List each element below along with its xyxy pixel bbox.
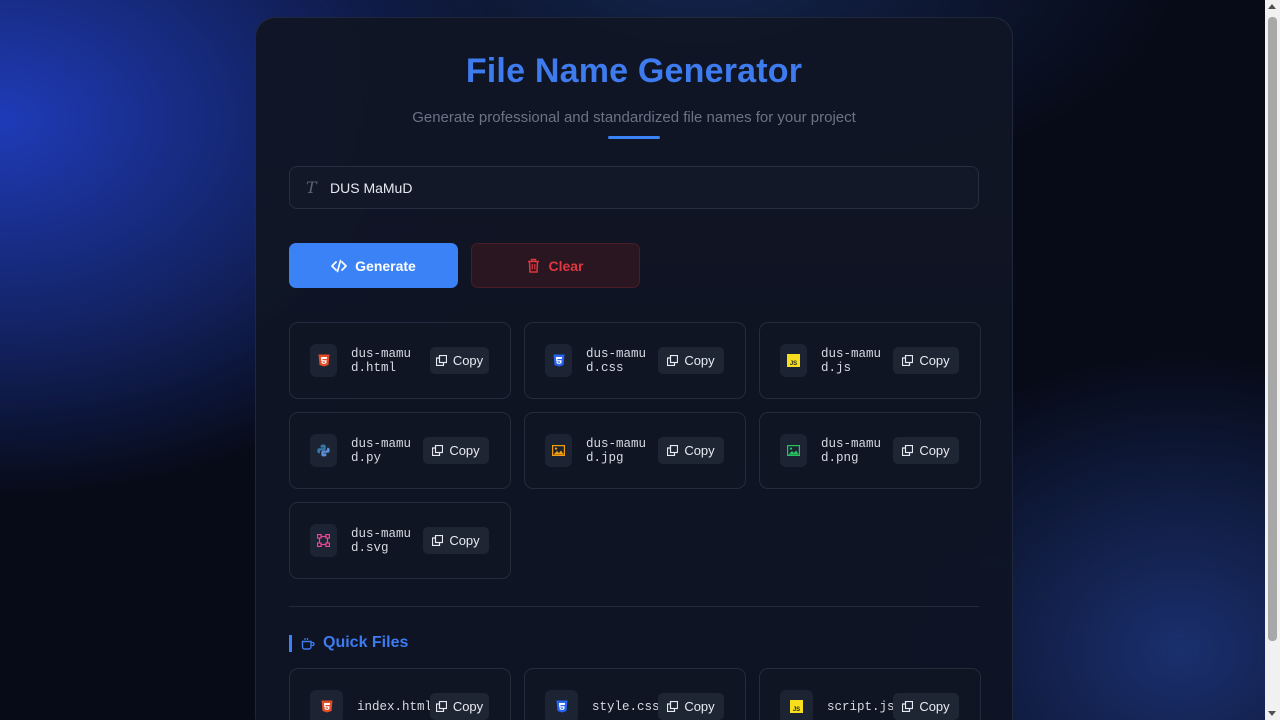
copy-icon	[667, 445, 679, 456]
copy-icon	[902, 701, 914, 712]
file-name: dus-mamud.js	[821, 346, 882, 375]
copy-label: Copy	[449, 533, 480, 548]
file-card: JS dus-mamud.js Copy	[759, 322, 981, 399]
quick-file-card: style.css Copy	[524, 668, 746, 720]
name-input[interactable]	[330, 179, 930, 196]
scrollbar-thumb[interactable]	[1268, 17, 1277, 641]
action-buttons: Generate Clear	[289, 243, 979, 288]
copy-label: Copy	[684, 443, 715, 458]
page-title: File Name Generator	[465, 52, 803, 90]
file-card: dus-mamud.html Copy	[289, 322, 511, 399]
copy-button[interactable]: Copy	[893, 347, 959, 374]
file-name: dus-mamud.py	[351, 436, 412, 465]
file-card: dus-mamud.jpg Copy	[524, 412, 746, 489]
js-icon: JS	[780, 690, 813, 720]
copy-button[interactable]: Copy	[658, 693, 724, 720]
copy-label: Copy	[449, 443, 480, 458]
copy-label: Copy	[452, 699, 484, 714]
text-icon: T	[306, 178, 317, 197]
copy-icon	[667, 701, 679, 712]
image-icon	[545, 434, 572, 467]
clear-button[interactable]: Clear	[471, 243, 640, 288]
html5-icon	[310, 690, 343, 720]
clear-label: Clear	[548, 257, 584, 274]
copy-icon	[667, 355, 679, 366]
js-icon: JS	[780, 344, 807, 377]
copy-label: Copy	[452, 353, 484, 368]
file-name: index.html	[357, 699, 433, 714]
generated-files-grid: dus-mamud.html Copy dus-mamud.css Copy J…	[289, 322, 981, 579]
generator-card: File Name Generator Generate professiona…	[255, 17, 1013, 720]
copy-button[interactable]: Copy	[893, 437, 959, 464]
copy-icon	[432, 535, 444, 546]
title-underline	[608, 136, 660, 139]
file-card: dus-mamud.css Copy	[524, 322, 746, 399]
copy-button[interactable]: Copy	[658, 347, 724, 374]
copy-label: Copy	[919, 699, 950, 714]
copy-icon	[435, 355, 447, 366]
quick-files-heading: Quick Files	[289, 634, 979, 652]
copy-icon	[435, 701, 447, 712]
copy-label: Copy	[919, 443, 950, 458]
copy-label: Copy	[684, 699, 715, 714]
page-scrollbar[interactable]	[1265, 0, 1280, 720]
copy-label: Copy	[684, 353, 715, 368]
copy-button[interactable]: Copy	[423, 437, 489, 464]
file-name: dus-mamud.png	[821, 436, 882, 465]
file-name: dus-mamud.html	[351, 346, 412, 375]
code-icon	[331, 259, 348, 272]
copy-button[interactable]: Copy	[430, 347, 489, 374]
copy-label: Copy	[919, 353, 950, 368]
scroll-up-arrow-icon[interactable]	[1268, 4, 1276, 9]
file-card: dus-mamud.svg Copy	[289, 502, 511, 579]
copy-button[interactable]: Copy	[658, 437, 724, 464]
trash-icon	[528, 258, 540, 273]
page-subtitle: Generate professional and standardized f…	[412, 109, 856, 126]
file-card: dus-mamud.png Copy	[759, 412, 981, 489]
quick-files-grid: index.html Copy style.css Copy JS script…	[289, 668, 981, 720]
generate-label: Generate	[355, 257, 416, 274]
file-name: dus-mamud.svg	[351, 526, 412, 555]
file-name: dus-mamud.css	[586, 346, 647, 375]
copy-button[interactable]: Copy	[423, 527, 489, 554]
css3-icon	[545, 690, 578, 720]
copy-icon	[902, 355, 914, 366]
scroll-down-arrow-icon[interactable]	[1268, 711, 1276, 716]
quick-file-card: JS script.js Copy	[759, 668, 981, 720]
quick-files-title: Quick Files	[323, 634, 409, 651]
html5-icon	[310, 344, 337, 377]
quick-file-card: index.html Copy	[289, 668, 511, 720]
svg-text:JS: JS	[793, 707, 800, 713]
coffee-icon	[301, 637, 315, 650]
copy-icon	[902, 445, 914, 456]
section-divider	[289, 606, 979, 607]
file-name: dus-mamud.jpg	[586, 436, 647, 465]
svg-text:JS: JS	[790, 361, 797, 367]
generate-button[interactable]: Generate	[289, 243, 458, 288]
copy-icon	[432, 445, 444, 456]
css3-icon	[545, 344, 572, 377]
python-icon	[310, 434, 337, 467]
file-card: dus-mamud.py Copy	[289, 412, 511, 489]
name-input-wrapper[interactable]: T	[289, 166, 979, 209]
copy-button[interactable]: Copy	[893, 693, 959, 720]
copy-button[interactable]: Copy	[430, 693, 489, 720]
vector-icon	[310, 524, 337, 557]
image-icon	[780, 434, 807, 467]
heading-accent-bar	[289, 634, 292, 652]
